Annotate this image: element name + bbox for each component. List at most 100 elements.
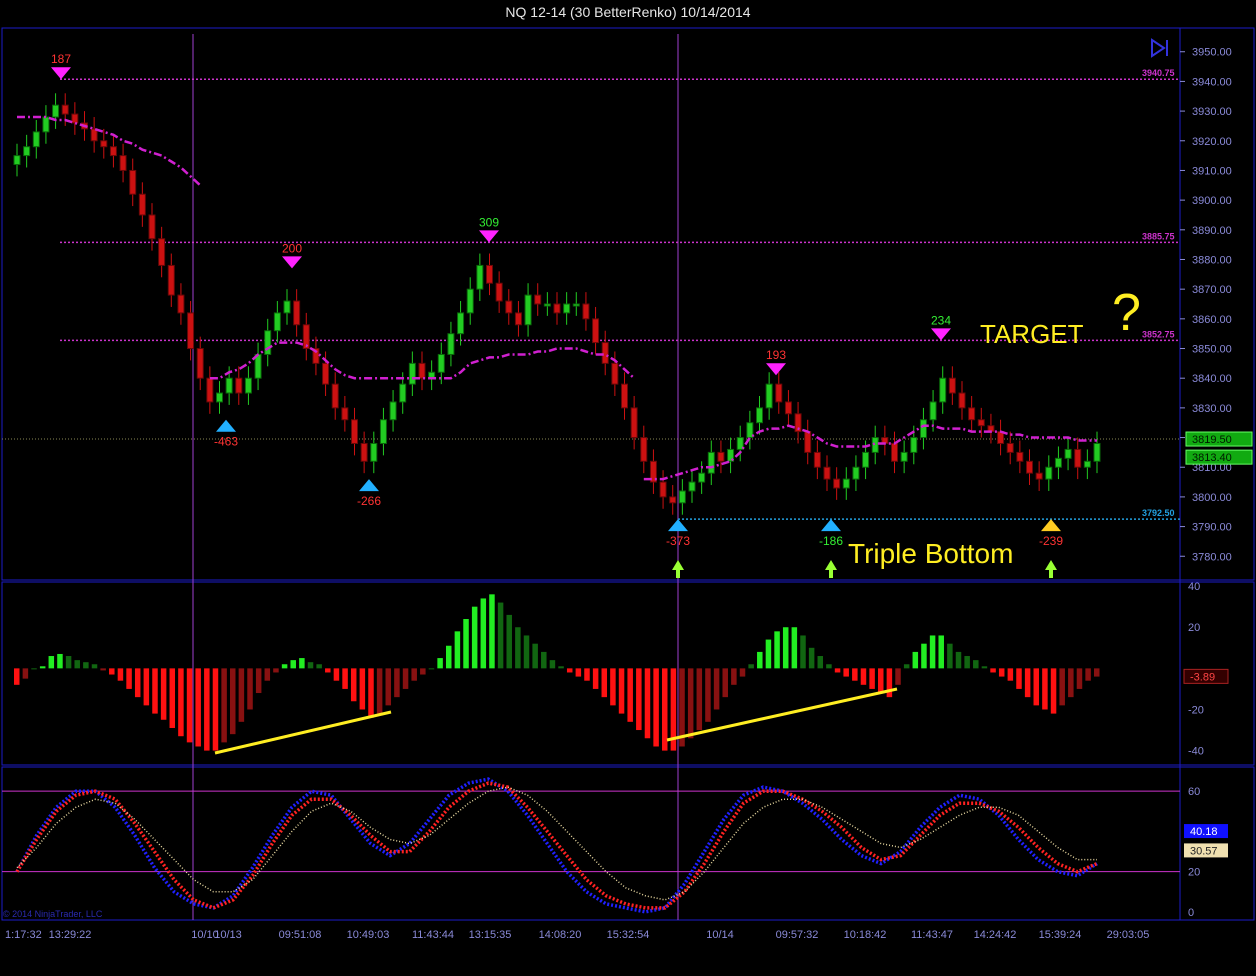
candle-body <box>273 312 281 332</box>
histogram-bar <box>687 668 694 739</box>
candle-body <box>582 303 590 320</box>
histogram-bar <box>938 635 944 669</box>
histogram-bar <box>566 668 573 673</box>
candle-body <box>592 318 600 344</box>
histogram-bar <box>817 656 824 669</box>
histogram-bar <box>316 664 322 669</box>
histogram-bar <box>74 660 80 669</box>
histogram-bar <box>878 668 884 694</box>
candle-body <box>823 466 831 480</box>
histogram-bar <box>696 668 703 731</box>
histogram-value-label: -3.89 <box>1190 671 1215 683</box>
candle-body <box>630 407 638 439</box>
price-tick-label: 3950.00 <box>1192 47 1232 59</box>
histogram-bar <box>921 643 927 669</box>
candle-body <box>621 383 628 409</box>
candle-body <box>852 466 860 480</box>
histogram-bar <box>255 668 262 694</box>
histogram-bar <box>515 627 521 669</box>
histogram-bar <box>610 668 616 706</box>
histogram-bar <box>558 666 564 669</box>
candle-body <box>977 419 985 427</box>
candle-body <box>707 451 715 474</box>
histogram-bar <box>22 668 29 679</box>
histogram-bar <box>117 668 124 681</box>
candle-body <box>32 131 40 148</box>
histogram-bar <box>1050 668 1057 714</box>
candle-body <box>775 383 783 403</box>
swing-low-marker <box>668 519 688 532</box>
price-tick-label: 3890.00 <box>1192 225 1232 237</box>
histogram-bar <box>584 668 590 681</box>
time-tick-label: 15:39:24 <box>1039 929 1082 941</box>
histogram-bar <box>428 668 435 670</box>
histogram-bar <box>471 606 478 669</box>
buy-arrow-icon <box>672 560 684 578</box>
candle-body <box>659 481 667 498</box>
histogram-bar <box>903 664 910 669</box>
candle-body <box>968 407 976 421</box>
swing-low-marker <box>359 479 379 492</box>
price-tick-label: 3920.00 <box>1192 136 1232 148</box>
candle-body <box>119 155 127 171</box>
histogram-bar <box>1094 668 1100 677</box>
swing-low-marker <box>216 419 236 432</box>
buy-arrow-icon <box>1045 560 1057 578</box>
time-tick-label: 11:43:47 <box>911 929 953 941</box>
level-label: 3885.75 <box>1142 231 1175 241</box>
candle-body <box>379 419 387 444</box>
histogram-bar <box>618 668 625 714</box>
chart-canvas[interactable]: 3940.75 3885.75 3852.75 3792.50 3780.00 3790… <box>0 0 1256 976</box>
price-tick-label: 3940.00 <box>1192 76 1232 88</box>
histogram-bar <box>57 653 63 669</box>
histogram-bar <box>532 643 538 669</box>
price-tick-label: 3910.00 <box>1192 165 1232 177</box>
histogram-bar <box>895 668 901 685</box>
oscillator-line-slow <box>15 781 1098 910</box>
histogram-bar <box>212 668 219 751</box>
candle-body <box>601 342 609 364</box>
histogram-bar <box>1042 668 1048 710</box>
histogram-bar <box>713 668 720 710</box>
candle-body <box>804 431 812 453</box>
candle-body <box>765 383 773 409</box>
candle-body <box>437 353 445 373</box>
histogram-bar <box>1024 668 1031 698</box>
candle-body <box>283 300 291 314</box>
candle-body <box>669 496 677 504</box>
histogram-bar <box>782 627 789 669</box>
price-tick-label: 3830.00 <box>1192 403 1232 415</box>
swing-high-label: 234 <box>931 313 951 327</box>
histogram-bar <box>48 656 55 669</box>
candle-body <box>138 193 146 216</box>
question-mark-annotation: ? <box>1112 284 1141 342</box>
swing-high-marker <box>931 328 951 341</box>
candle-body <box>418 362 426 379</box>
histogram-bar <box>160 668 167 720</box>
buy-arrow-icon <box>825 560 837 578</box>
histogram-bar <box>247 668 253 710</box>
time-tick-label: 10:18:42 <box>844 929 887 941</box>
candle-body <box>341 407 349 421</box>
candle-body <box>563 303 571 314</box>
time-tick-label: 11:43:44 <box>412 929 454 941</box>
candle-body <box>100 140 108 148</box>
level-label: 3940.75 <box>1142 68 1175 78</box>
candle-body <box>61 104 69 115</box>
candle-body <box>678 490 686 504</box>
level-label: 3792.50 <box>1142 508 1175 518</box>
oscillator-tick-label: 0 <box>1188 907 1194 919</box>
histogram-bar <box>83 662 89 669</box>
copyright-text: © 2014 NinjaTrader, LLC <box>3 909 103 919</box>
histogram-bar <box>402 668 409 689</box>
candle-body <box>1083 460 1091 468</box>
oscillator-value-signal: 30.57 <box>1190 845 1218 857</box>
histogram-bar <box>238 668 245 722</box>
histogram-bar <box>126 668 132 689</box>
swing-low-label: -266 <box>357 494 381 508</box>
swing-low-label: -186 <box>819 534 843 548</box>
candle-body <box>929 401 937 421</box>
swing-high-label: 193 <box>766 348 786 362</box>
level-label: 3852.75 <box>1142 329 1175 339</box>
histogram-bar <box>497 602 504 669</box>
